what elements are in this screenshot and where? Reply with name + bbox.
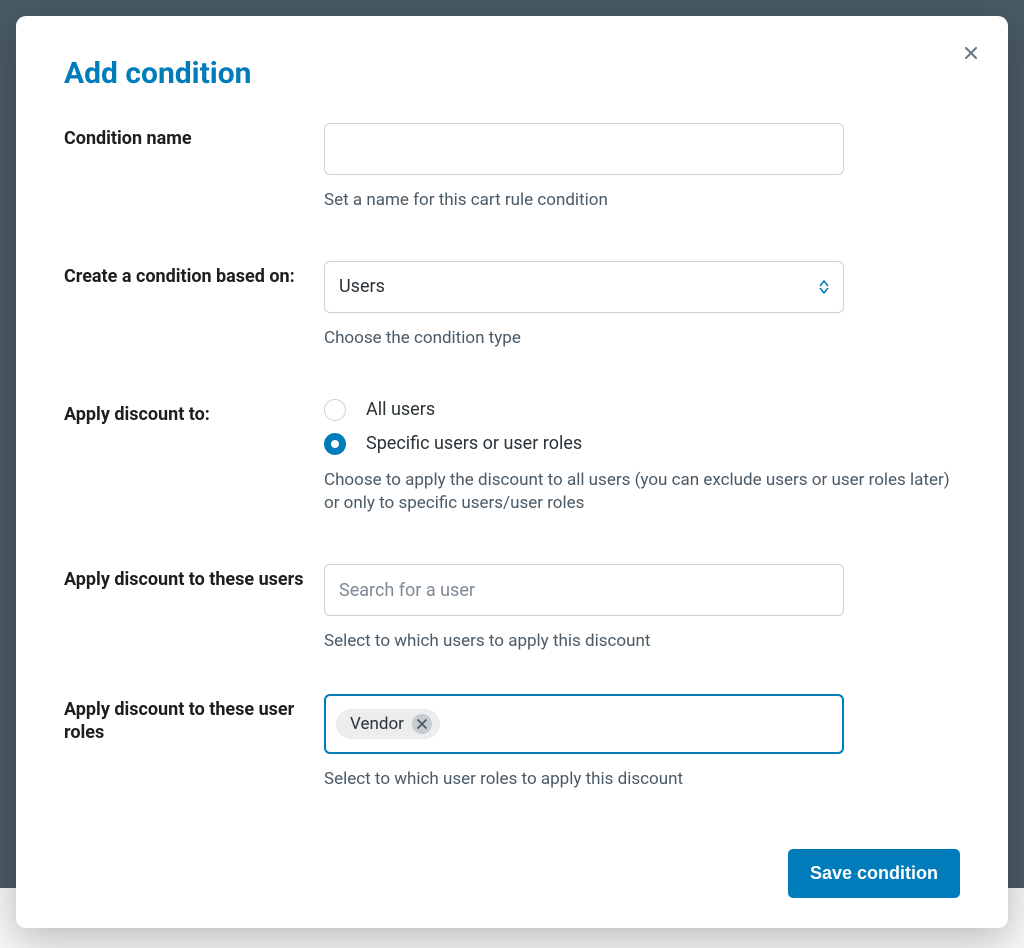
radio-icon — [324, 399, 346, 421]
row-condition-name: Condition name Set a name for this cart … — [64, 123, 960, 213]
row-based-on: Create a condition based on: Users Choos… — [64, 261, 960, 351]
radio-icon — [324, 433, 346, 455]
role-tag-vendor: Vendor — [336, 709, 440, 739]
helper-roles: Select to which user roles to apply this… — [324, 768, 960, 792]
save-condition-button[interactable]: Save condition — [788, 849, 960, 898]
label-apply-to: Apply discount to: — [64, 399, 324, 426]
roles-tag-input[interactable]: Vendor — [324, 694, 844, 754]
label-users: Apply discount to these users — [64, 564, 324, 591]
helper-based-on: Choose the condition type — [324, 327, 960, 351]
helper-apply-to: Choose to apply the discount to all user… — [324, 469, 960, 517]
radio-label-specific: Specific users or user roles — [366, 433, 582, 454]
helper-users: Select to which users to apply this disc… — [324, 630, 960, 654]
apply-to-radio-group: All users Specific users or user roles — [324, 399, 960, 455]
modal-title: Add condition — [64, 56, 960, 91]
based-on-value: Users — [339, 276, 385, 297]
based-on-select[interactable]: Users — [324, 261, 844, 313]
field-apply-to: All users Specific users or user roles C… — [324, 399, 960, 517]
helper-condition-name: Set a name for this cart rule condition — [324, 189, 960, 213]
radio-label-all: All users — [366, 399, 435, 420]
radio-specific-users[interactable]: Specific users or user roles — [324, 433, 960, 455]
label-roles: Apply discount to these user roles — [64, 694, 324, 745]
label-based-on: Create a condition based on: — [64, 261, 324, 288]
close-icon — [417, 719, 427, 729]
remove-tag-button[interactable] — [412, 714, 432, 734]
close-icon — [961, 43, 981, 63]
add-condition-modal: Add condition Condition name Set a name … — [16, 16, 1008, 928]
users-search-input[interactable]: Search for a user — [324, 564, 844, 616]
condition-name-input[interactable] — [324, 123, 844, 175]
radio-all-users[interactable]: All users — [324, 399, 960, 421]
field-users: Search for a user Select to which users … — [324, 564, 960, 654]
field-roles: Vendor Select to which user roles to app… — [324, 694, 960, 792]
row-apply-to: Apply discount to: All users Specific us… — [64, 399, 960, 517]
row-roles: Apply discount to these user roles Vendo… — [64, 694, 960, 792]
field-condition-name: Set a name for this cart rule condition — [324, 123, 960, 213]
label-condition-name: Condition name — [64, 123, 324, 150]
close-button[interactable] — [956, 38, 986, 68]
modal-footer: Save condition — [788, 849, 960, 898]
users-search-placeholder: Search for a user — [339, 580, 475, 601]
chevron-sort-icon — [819, 280, 829, 294]
field-based-on: Users Choose the condition type — [324, 261, 960, 351]
role-tag-label: Vendor — [350, 714, 404, 734]
row-users: Apply discount to these users Search for… — [64, 564, 960, 654]
